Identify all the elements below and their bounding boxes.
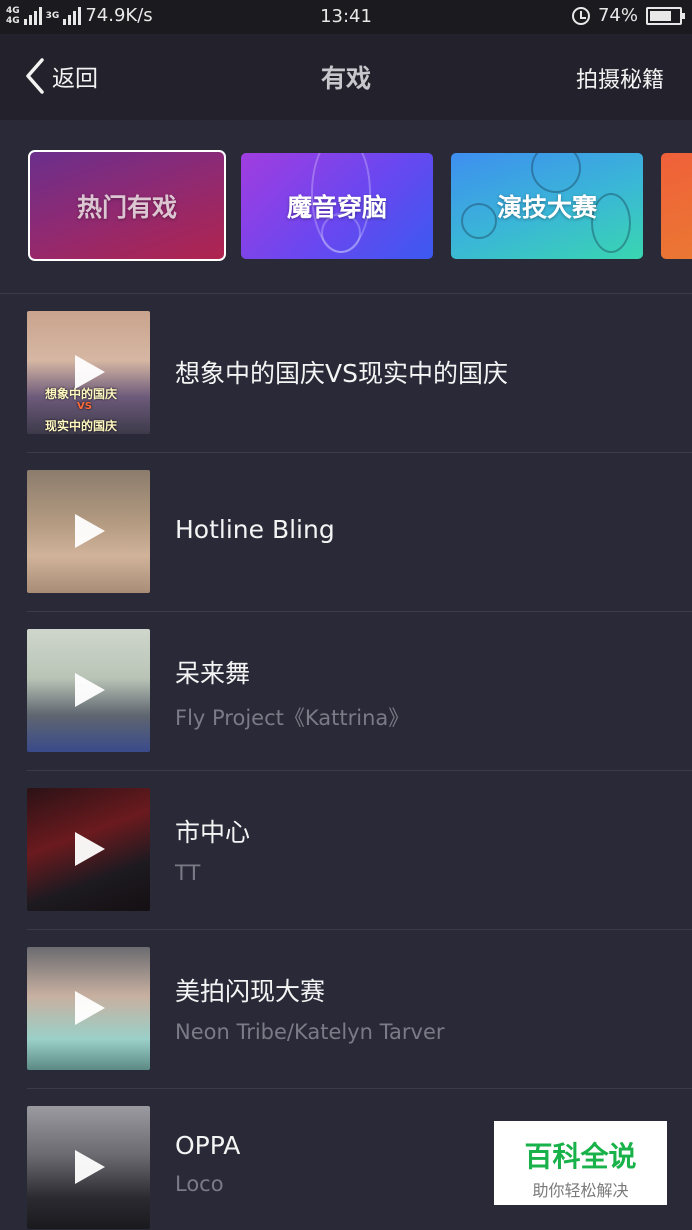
status-right: 74% (571, 5, 685, 26)
play-icon (75, 832, 105, 866)
play-icon (75, 1150, 105, 1184)
video-thumbnail[interactable] (27, 947, 150, 1070)
thumbnail-caption: 现实中的国庆 (45, 419, 118, 433)
watermark-title: 百科全说 (524, 1140, 637, 1173)
watermark-subtitle: 助你轻松解决 (532, 1181, 629, 1200)
category-card-magic-sound[interactable]: 魔音穿脑 (241, 153, 433, 259)
item-title: 美拍闪现大赛 (175, 977, 326, 1006)
play-icon (75, 991, 105, 1025)
decor-shape (591, 193, 631, 253)
category-card-more[interactable] (661, 153, 692, 259)
performance-list: 想象中的国庆 VS 现实中的国庆 想象中的国庆VS现实中的国庆 Hotline … (0, 294, 692, 1230)
list-item[interactable]: 市中心 TT (0, 771, 692, 930)
item-artist: TT (175, 861, 201, 885)
decor-shape (461, 203, 497, 239)
category-label: 魔音穿脑 (286, 193, 387, 222)
category-label: 热门有戏 (76, 192, 177, 222)
video-thumbnail[interactable]: 想象中的国庆 VS 现实中的国庆 (27, 311, 150, 434)
thumbnail-caption: VS (77, 401, 92, 412)
top-nav-bar: 返回 有戏 拍摄秘籍 (0, 34, 692, 120)
video-thumbnail[interactable] (27, 470, 150, 593)
item-title: 呆来舞 (175, 659, 251, 688)
watermark-logo: 百科全说 助你轻松解决 (494, 1121, 667, 1205)
item-artist: Loco (175, 1172, 224, 1196)
category-label: 演技大赛 (496, 193, 597, 222)
item-title: Hotline Bling (175, 515, 335, 544)
list-item[interactable]: 呆来舞 Fly Project《Kattrina》 (0, 612, 692, 771)
item-text: 呆来舞 Fly Project《Kattrina》 (175, 654, 409, 732)
video-thumbnail[interactable] (27, 788, 150, 911)
item-text: 市中心 TT (175, 813, 250, 885)
category-carousel[interactable]: 热门有戏 魔音穿脑 演技大赛 (0, 120, 692, 294)
item-title: 市中心 (175, 818, 251, 847)
item-text: Hotline Bling (175, 515, 335, 544)
category-card-acting-contest[interactable]: 演技大赛 (451, 153, 643, 259)
list-item[interactable]: 美拍闪现大赛 Neon Tribe/Katelyn Tarver (0, 930, 692, 1089)
item-text: 想象中的国庆VS现实中的国庆 (175, 354, 508, 390)
video-thumbnail[interactable] (27, 1106, 150, 1229)
status-bar: 4G 4G 3G 74.9K/s 13:41 74% (0, 0, 692, 34)
alarm-icon (571, 6, 590, 25)
shooting-tips-button[interactable]: 拍摄秘籍 (576, 62, 664, 94)
list-item[interactable]: 想象中的国庆 VS 现实中的国庆 想象中的国庆VS现实中的国庆 (0, 294, 692, 453)
item-text: OPPA Loco (175, 1131, 240, 1196)
video-thumbnail[interactable] (27, 629, 150, 752)
list-item[interactable]: Hotline Bling (0, 453, 692, 612)
item-title: 想象中的国庆VS现实中的国庆 (175, 359, 508, 388)
item-artist: Fly Project《Kattrina》 (175, 706, 410, 730)
battery-percent: 74% (597, 5, 638, 26)
play-icon (75, 673, 105, 707)
play-icon (75, 514, 105, 548)
item-text: 美拍闪现大赛 Neon Tribe/Katelyn Tarver (175, 972, 445, 1044)
category-card-hot[interactable]: 热门有戏 (28, 150, 226, 261)
battery-icon (646, 6, 685, 25)
decor-shape (531, 153, 581, 193)
item-title: OPPA (175, 1131, 241, 1160)
item-artist: Neon Tribe/Katelyn Tarver (175, 1020, 445, 1044)
play-icon (75, 355, 105, 389)
